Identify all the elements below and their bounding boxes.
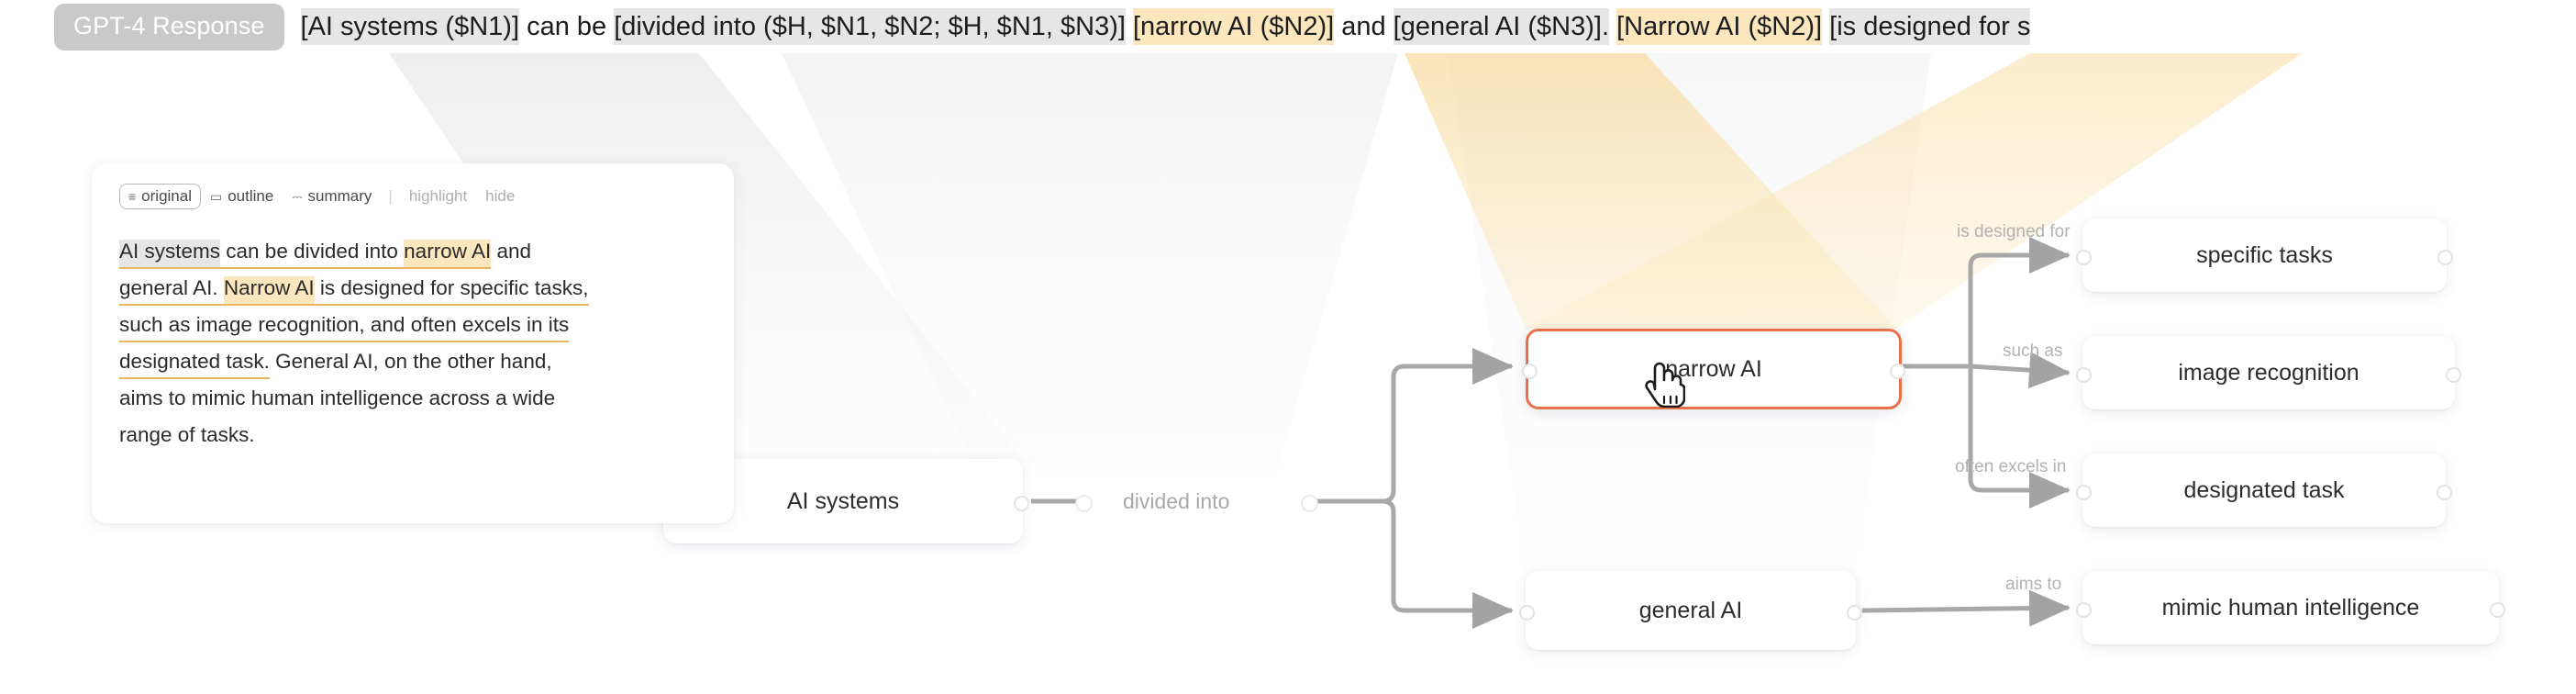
edge-label-such-as[interactable]: such as [2003, 341, 2062, 362]
document-line[interactable]: general AI. Narrow AI is designed for sp… [119, 270, 706, 307]
document-span-3-1[interactable]: General AI, on the other hand, [270, 350, 551, 373]
view-mode-toolbar[interactable]: ≡ original ▭ outline ⎓ summary | highlight hide [119, 184, 524, 209]
square-icon: ▭ [209, 189, 223, 204]
toolbar-outline-button[interactable]: ▭ outline [201, 184, 283, 209]
response-span-7[interactable] [1609, 8, 1616, 45]
source-text-panel: ≡ original ▭ outline ⎓ summary | highlight hide … [92, 163, 734, 523]
response-text[interactable]: [AI systems ($N1)] can be [divided into … [300, 0, 2031, 53]
graph-node-specific-tasks[interactable]: specific tasks [2076, 218, 2453, 292]
document-span-0-1[interactable]: can be divided into [220, 240, 405, 269]
graph-node-narrow-ai[interactable]: narrow AI [1522, 329, 1905, 409]
document-line[interactable]: range of tasks. [119, 417, 706, 453]
document-span-2-0[interactable]: such as image recognition, and often exc… [119, 313, 570, 342]
graph-node-label: specific tasks [2196, 241, 2333, 268]
toolbar-hide-label: hide [485, 187, 516, 205]
edge-to-mimic-human [1861, 589, 2071, 627]
graph-node-image-recognition[interactable]: image recognition [2076, 336, 2461, 409]
node-port-right[interactable] [2437, 484, 2452, 500]
node-port-left[interactable] [2076, 484, 2092, 500]
graph-node-label: designated task [2183, 476, 2345, 503]
toolbar-highlight-button[interactable]: highlight [400, 184, 476, 209]
relation-port-left[interactable] [1075, 495, 1093, 512]
edge-label-is-designed-for[interactable]: is designed for [1957, 222, 2071, 242]
node-port-right[interactable] [1890, 363, 1905, 379]
document-span-4-0[interactable]: aims to mimic human intelligence across … [119, 386, 555, 409]
node-port-right[interactable] [2446, 366, 2461, 383]
edge-to-general-ai [1373, 498, 1514, 629]
toolbar-summary-label: summary [307, 187, 372, 205]
node-port-right[interactable] [1014, 495, 1029, 511]
document-line[interactable]: designated task. General AI, on the othe… [119, 343, 706, 380]
node-port-right[interactable] [2437, 249, 2453, 265]
graph-node-label: AI systems [786, 487, 900, 514]
document-line[interactable]: such as image recognition, and often exc… [119, 307, 706, 343]
edge-to-image-recognition [1970, 352, 2071, 389]
document-line[interactable]: aims to mimic human intelligence across … [119, 380, 706, 417]
toolbar-summary-button[interactable]: ⎓ summary [283, 184, 381, 209]
node-port-left[interactable] [2076, 249, 2092, 265]
node-port-left[interactable] [2076, 366, 2092, 383]
edge-label-aims-to[interactable]: aims to [2005, 575, 2061, 595]
document-span-5-0[interactable]: range of tasks. [119, 423, 255, 446]
document-span-1-0[interactable]: general AI. [119, 276, 224, 306]
graph-node-mimic-human[interactable]: mimic human intelligence [2076, 571, 2505, 644]
node-port-left[interactable] [1522, 363, 1538, 379]
graph-node-label: general AI [1638, 597, 1743, 623]
document-span-0-3[interactable]: and [491, 240, 531, 263]
toolbar-original-label: original [141, 187, 192, 205]
toolbar-divider: | [388, 187, 393, 205]
node-port-left[interactable] [2076, 601, 2092, 618]
graph-node-general-ai[interactable]: general AI [1519, 571, 1862, 650]
toolbar-hide-button[interactable]: hide [476, 184, 524, 209]
node-port-right[interactable] [2490, 601, 2505, 618]
source-document-text[interactable]: AI systems can be divided into narrow AI… [119, 233, 706, 453]
relation-label-divided-into[interactable]: divided into [1123, 489, 1229, 514]
response-span-2[interactable]: [divided into ($H, $N1, $N2; $H, $N1, $N… [614, 8, 1126, 45]
summary-icon: ⎓ [292, 189, 303, 204]
edge-to-narrow-ai [1373, 348, 1514, 504]
response-span-4[interactable]: [narrow AI ($N2)] [1132, 8, 1335, 45]
toolbar-outline-label: outline [228, 187, 274, 205]
response-span-3[interactable] [1126, 8, 1133, 45]
document-span-0-2[interactable]: narrow AI [404, 240, 492, 269]
response-span-0[interactable]: [AI systems ($N1)] [300, 8, 520, 45]
gpt4-response-bar: GPT-4 Response [AI systems ($N1)] can be… [0, 0, 2576, 53]
edge-label-often-excels-in[interactable]: often excels in [1955, 457, 2066, 477]
graph-node-designated-task[interactable]: designated task [2076, 453, 2452, 527]
document-line[interactable]: AI systems can be divided into narrow AI… [119, 233, 706, 270]
graph-node-label: image recognition [2178, 359, 2359, 386]
app-canvas: GPT-4 Response [AI systems ($N1)] can be… [0, 0, 2576, 694]
lines-icon: ≡ [128, 189, 137, 204]
response-span-8[interactable]: [Narrow AI ($N2)] [1616, 8, 1823, 45]
response-span-5[interactable]: and [1334, 8, 1393, 45]
response-span-1[interactable]: can be [519, 8, 614, 45]
relation-port-right[interactable] [1301, 495, 1318, 512]
response-span-6[interactable]: [general AI ($N3)]. [1393, 8, 1610, 45]
graph-node-label: mimic human intelligence [2161, 594, 2420, 621]
document-span-0-0[interactable]: AI systems [119, 240, 221, 269]
document-span-1-2[interactable]: is designed for specific tasks, [314, 276, 589, 306]
document-span-1-1[interactable]: Narrow AI [223, 276, 315, 306]
document-span-3-0[interactable]: designated task. [119, 350, 270, 379]
toolbar-highlight-label: highlight [408, 187, 468, 205]
toolbar-original-button[interactable]: ≡ original [119, 184, 201, 209]
node-port-right[interactable] [1847, 604, 1862, 621]
response-span-10[interactable]: [is designed for s [1829, 8, 2031, 45]
response-span-9[interactable] [1822, 8, 1829, 45]
node-port-left[interactable] [1519, 604, 1535, 621]
gpt4-response-badge: GPT-4 Response [54, 3, 284, 50]
graph-node-label: narrow AI [1665, 355, 1762, 382]
